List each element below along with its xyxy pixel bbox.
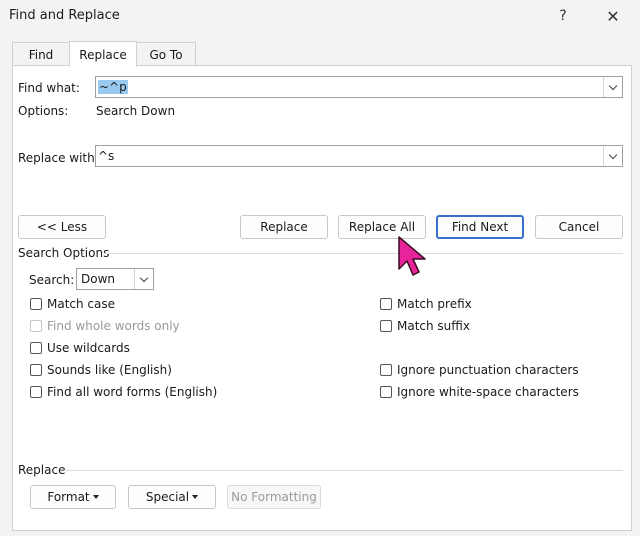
find-replace-dialog: Find and Replace ? ✕ Find Replace Go To … xyxy=(0,0,640,536)
help-button[interactable]: ? xyxy=(540,0,586,32)
options-label: Options: xyxy=(18,104,69,118)
replace-with-value: ^s xyxy=(98,149,115,163)
close-icon[interactable]: ✕ xyxy=(590,0,636,32)
window-title: Find and Replace xyxy=(9,8,120,23)
find-what-input[interactable]: ~^p xyxy=(95,76,623,98)
less-button[interactable]: << Less xyxy=(18,215,106,239)
tab-goto[interactable]: Go To xyxy=(136,42,196,66)
no-formatting-button: No Formatting xyxy=(227,485,321,509)
ignore-whitespace-checkbox[interactable]: Ignore white-space characters xyxy=(380,385,579,399)
cancel-button[interactable]: Cancel xyxy=(535,215,623,239)
checkbox-icon[interactable] xyxy=(30,386,42,398)
match-prefix-checkbox[interactable]: Match prefix xyxy=(380,297,472,311)
ignore-punctuation-checkbox[interactable]: Ignore punctuation characters xyxy=(380,363,579,377)
checkbox-icon[interactable] xyxy=(30,364,42,376)
checkbox-icon[interactable] xyxy=(30,298,42,310)
search-options-heading: Search Options xyxy=(18,246,110,260)
checkbox-icon[interactable] xyxy=(380,298,392,310)
checkbox-icon[interactable] xyxy=(380,386,392,398)
checkbox-icon[interactable] xyxy=(380,320,392,332)
mouse-pointer-icon xyxy=(398,236,426,276)
dropdown-arrow-icon xyxy=(192,495,199,499)
match-suffix-checkbox[interactable]: Match suffix xyxy=(380,319,470,333)
replace-with-label: Replace with: xyxy=(18,151,99,165)
replace-dropdown-chevron-icon[interactable] xyxy=(603,146,622,166)
title-bar: Find and Replace ? ✕ xyxy=(0,0,640,32)
search-direction-select[interactable]: Down xyxy=(76,268,154,290)
checkbox-icon[interactable] xyxy=(380,364,392,376)
checkbox-icon[interactable] xyxy=(30,342,42,354)
search-direction-label: Search: xyxy=(29,273,75,287)
replace-section-heading: Replace xyxy=(18,463,66,477)
replace-section-divider xyxy=(64,470,623,471)
match-case-checkbox[interactable]: Match case xyxy=(30,297,115,311)
checkbox-icon xyxy=(30,320,42,332)
use-wildcards-checkbox[interactable]: Use wildcards xyxy=(30,341,130,355)
find-what-value: ~^p xyxy=(98,80,128,94)
search-options-divider xyxy=(104,253,623,254)
format-button[interactable]: Format xyxy=(30,485,116,509)
tab-find[interactable]: Find xyxy=(12,42,70,66)
word-forms-checkbox[interactable]: Find all word forms (English) xyxy=(30,385,217,399)
sounds-like-checkbox[interactable]: Sounds like (English) xyxy=(30,363,172,377)
tab-replace[interactable]: Replace xyxy=(69,41,137,67)
find-dropdown-chevron-icon[interactable] xyxy=(603,77,622,97)
search-direction-chevron-icon[interactable] xyxy=(134,269,153,289)
find-what-label: Find what: xyxy=(18,81,80,95)
find-next-button[interactable]: Find Next xyxy=(436,215,524,239)
dropdown-arrow-icon xyxy=(92,495,99,499)
search-direction-value: Down xyxy=(81,272,116,286)
replace-button[interactable]: Replace xyxy=(240,215,328,239)
special-button[interactable]: Special xyxy=(128,485,216,509)
replace-with-input[interactable]: ^s xyxy=(95,145,623,167)
options-value: Search Down xyxy=(96,104,176,118)
whole-words-checkbox: Find whole words only xyxy=(30,319,180,333)
